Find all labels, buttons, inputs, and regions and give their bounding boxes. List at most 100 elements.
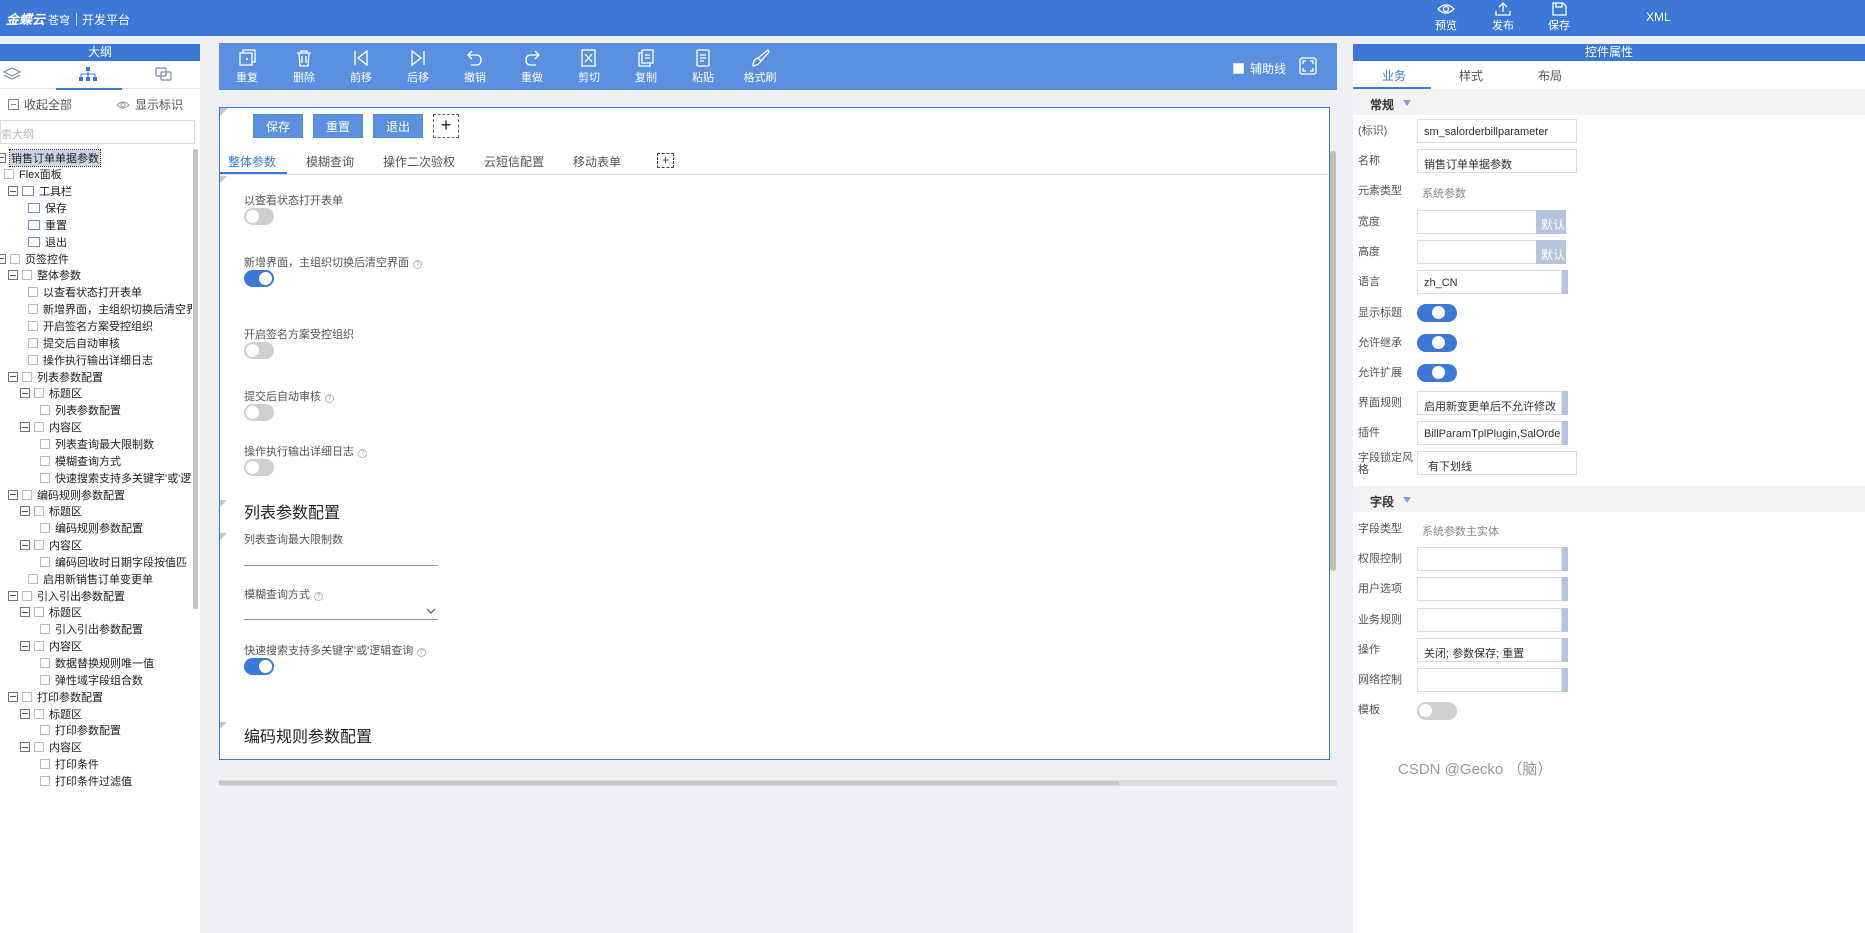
tool-redo[interactable]: 重做 (512, 49, 552, 85)
view-mode-switch[interactable] (244, 208, 274, 225)
tool-copy[interactable]: 复制 (626, 49, 666, 85)
outline-tree-item[interactable]: 列表参数配置 (40, 402, 121, 419)
help-icon[interactable]: ? (325, 394, 334, 403)
group-field[interactable]: 字段 (1353, 486, 1865, 512)
prop-ops-input[interactable]: 关闭; 参数保存; 重置 (1417, 638, 1562, 662)
prop-net-input[interactable] (1417, 668, 1562, 692)
prop-lang-input[interactable]: zh_CN (1417, 270, 1562, 294)
brand-logo[interactable]: 金蝶云 苍穹 开发平台 (6, 9, 130, 28)
tab-layout[interactable]: 布局 (1538, 67, 1562, 84)
outline-tree-item[interactable]: 销售订单单据参数 (0, 149, 101, 167)
list-max-limit-input[interactable] (244, 552, 438, 566)
tab-mobile-form[interactable]: 移动表单 (573, 153, 621, 170)
tree-collapse-toggle[interactable] (20, 641, 30, 652)
layers-tab[interactable] (2, 66, 24, 84)
help-icon[interactable]: ? (417, 648, 427, 657)
allow-extend-switch[interactable] (1417, 364, 1457, 382)
group-general[interactable]: 常规 (1353, 89, 1865, 115)
tree-collapse-toggle[interactable] (20, 422, 30, 433)
outline-tree-item[interactable]: 引入引出参数配置 (8, 587, 125, 604)
tool-duplicate[interactable]: 重复 (227, 49, 267, 85)
help-icon[interactable]: ? (413, 260, 422, 269)
tree-collapse-toggle[interactable] (8, 489, 18, 500)
outline-tree-item[interactable]: 整体参数 (8, 267, 81, 284)
outline-tree-item[interactable]: 保存 (28, 200, 67, 217)
prop-width-input[interactable] (1417, 210, 1537, 234)
auto-audit-switch[interactable] (244, 404, 274, 421)
preview-button[interactable]: 预览 (1426, 2, 1466, 33)
verbose-log-switch[interactable] (244, 459, 274, 476)
help-icon[interactable]: ? (314, 592, 323, 601)
outline-tree-item[interactable]: 打印参数配置 (8, 688, 103, 705)
add-tab-button[interactable]: + (657, 153, 674, 168)
outline-tree-item[interactable]: 内容区 (20, 638, 82, 655)
outline-tree-item[interactable]: 引入引出参数配置 (40, 621, 143, 638)
prop-name-input[interactable]: 销售订单单据参数 (1417, 149, 1577, 173)
tree-collapse-toggle[interactable] (8, 590, 18, 601)
outline-tree-item[interactable]: 重置 (28, 216, 67, 233)
outline-tree-item[interactable]: 列表参数配置 (8, 368, 103, 385)
prop-lockstyle-select[interactable]: 有下划线 (1417, 451, 1577, 475)
multi-keyword-switch[interactable] (244, 658, 274, 675)
tab-second-auth[interactable]: 操作二次验权 (383, 153, 455, 170)
outline-tree-item[interactable]: 工具栏 (8, 183, 72, 200)
horizontal-scroll-thumb[interactable] (219, 781, 1119, 785)
form-exit-button[interactable]: 退出 (373, 114, 423, 138)
form-reset-button[interactable]: 重置 (313, 114, 363, 138)
net-picker-button[interactable] (1562, 668, 1568, 692)
outline-tree-item[interactable]: 快速搜索支持多关键字'或'逻 (40, 469, 191, 486)
tab-cloud-sms[interactable]: 云短信配置 (484, 153, 544, 170)
outline-tree-item[interactable]: 弹性域字段组合数 (40, 671, 143, 688)
tree-collapse-toggle[interactable] (20, 742, 30, 753)
tree-collapse-toggle[interactable] (20, 607, 30, 618)
outline-tree-item[interactable]: 页签控件 (0, 250, 69, 267)
outline-tree-item[interactable]: 内容区 (20, 739, 82, 756)
outline-tree-item[interactable]: 提交后自动审核 (28, 334, 120, 351)
clear-on-org-switch[interactable] (244, 270, 274, 287)
width-default-button[interactable]: 默认 (1536, 210, 1566, 234)
component-tab[interactable] (154, 66, 176, 84)
ops-picker-button[interactable] (1562, 638, 1568, 662)
outline-tree-item[interactable]: 内容区 (20, 419, 82, 436)
save-page-button[interactable]: 保存 (1539, 2, 1579, 33)
tree-tab[interactable] (56, 66, 122, 90)
outline-tree-item[interactable]: 数据替换规则唯一值 (40, 655, 154, 672)
collapse-all-button[interactable]: 收起全部 (8, 96, 72, 113)
tree-collapse-toggle[interactable] (8, 186, 18, 197)
outline-tree-item[interactable]: 打印条件过滤值 (40, 772, 132, 789)
tree-collapse-toggle[interactable] (8, 270, 18, 281)
outline-tree-item[interactable]: 编码回收时日期字段按值匹 (40, 553, 187, 570)
plugin-picker-button[interactable] (1562, 421, 1568, 445)
outline-tree-item[interactable]: 退出 (28, 233, 67, 250)
help-icon[interactable]: ? (358, 449, 367, 458)
outline-tree-item[interactable]: 开启签名方案受控组织 (28, 318, 153, 335)
outline-tree-item[interactable]: 标题区 (20, 503, 82, 520)
tree-collapse-toggle[interactable] (20, 708, 30, 719)
prop-useropt-input[interactable] (1417, 577, 1562, 601)
outline-tree-item[interactable]: Flex面板 (4, 166, 62, 183)
prop-id-input[interactable]: sm_salorderbillparameter (1417, 119, 1577, 143)
tool-move-back[interactable]: 后移 (398, 49, 438, 85)
outline-tree-item[interactable]: 标题区 (20, 705, 82, 722)
tree-collapse-toggle[interactable] (20, 388, 30, 399)
height-default-button[interactable]: 默认 (1536, 240, 1566, 264)
fuzzy-mode-select[interactable] (244, 606, 438, 620)
tree-collapse-toggle[interactable] (0, 152, 6, 163)
publish-button[interactable]: 发布 (1483, 2, 1523, 33)
outline-tree-item[interactable]: 打印条件 (40, 756, 99, 773)
uirule-picker-button[interactable] (1562, 391, 1568, 415)
outline-tree-item[interactable]: 标题区 (20, 604, 82, 621)
outline-tree-item[interactable]: 编码规则参数配置 (40, 520, 143, 537)
tree-collapse-toggle[interactable] (0, 253, 6, 264)
prop-uirule-input[interactable]: 启用新变更单后不允许修改 (1417, 391, 1562, 415)
allow-inherit-switch[interactable] (1417, 334, 1457, 352)
outline-scrollbar[interactable] (193, 149, 198, 609)
prop-plugin-input[interactable]: BillParamTplPlugin,SalOrder (1417, 421, 1562, 445)
xml-button[interactable]: XML (1646, 10, 1671, 24)
show-marks-button[interactable]: 显示标识 (116, 96, 183, 113)
outline-tree-item[interactable]: 内容区 (20, 537, 82, 554)
bizrule-picker-button[interactable] (1562, 608, 1568, 632)
tree-collapse-toggle[interactable] (20, 540, 30, 551)
tab-fuzzy-query[interactable]: 模糊查询 (306, 153, 354, 170)
prop-bizrule-input[interactable] (1417, 608, 1562, 632)
